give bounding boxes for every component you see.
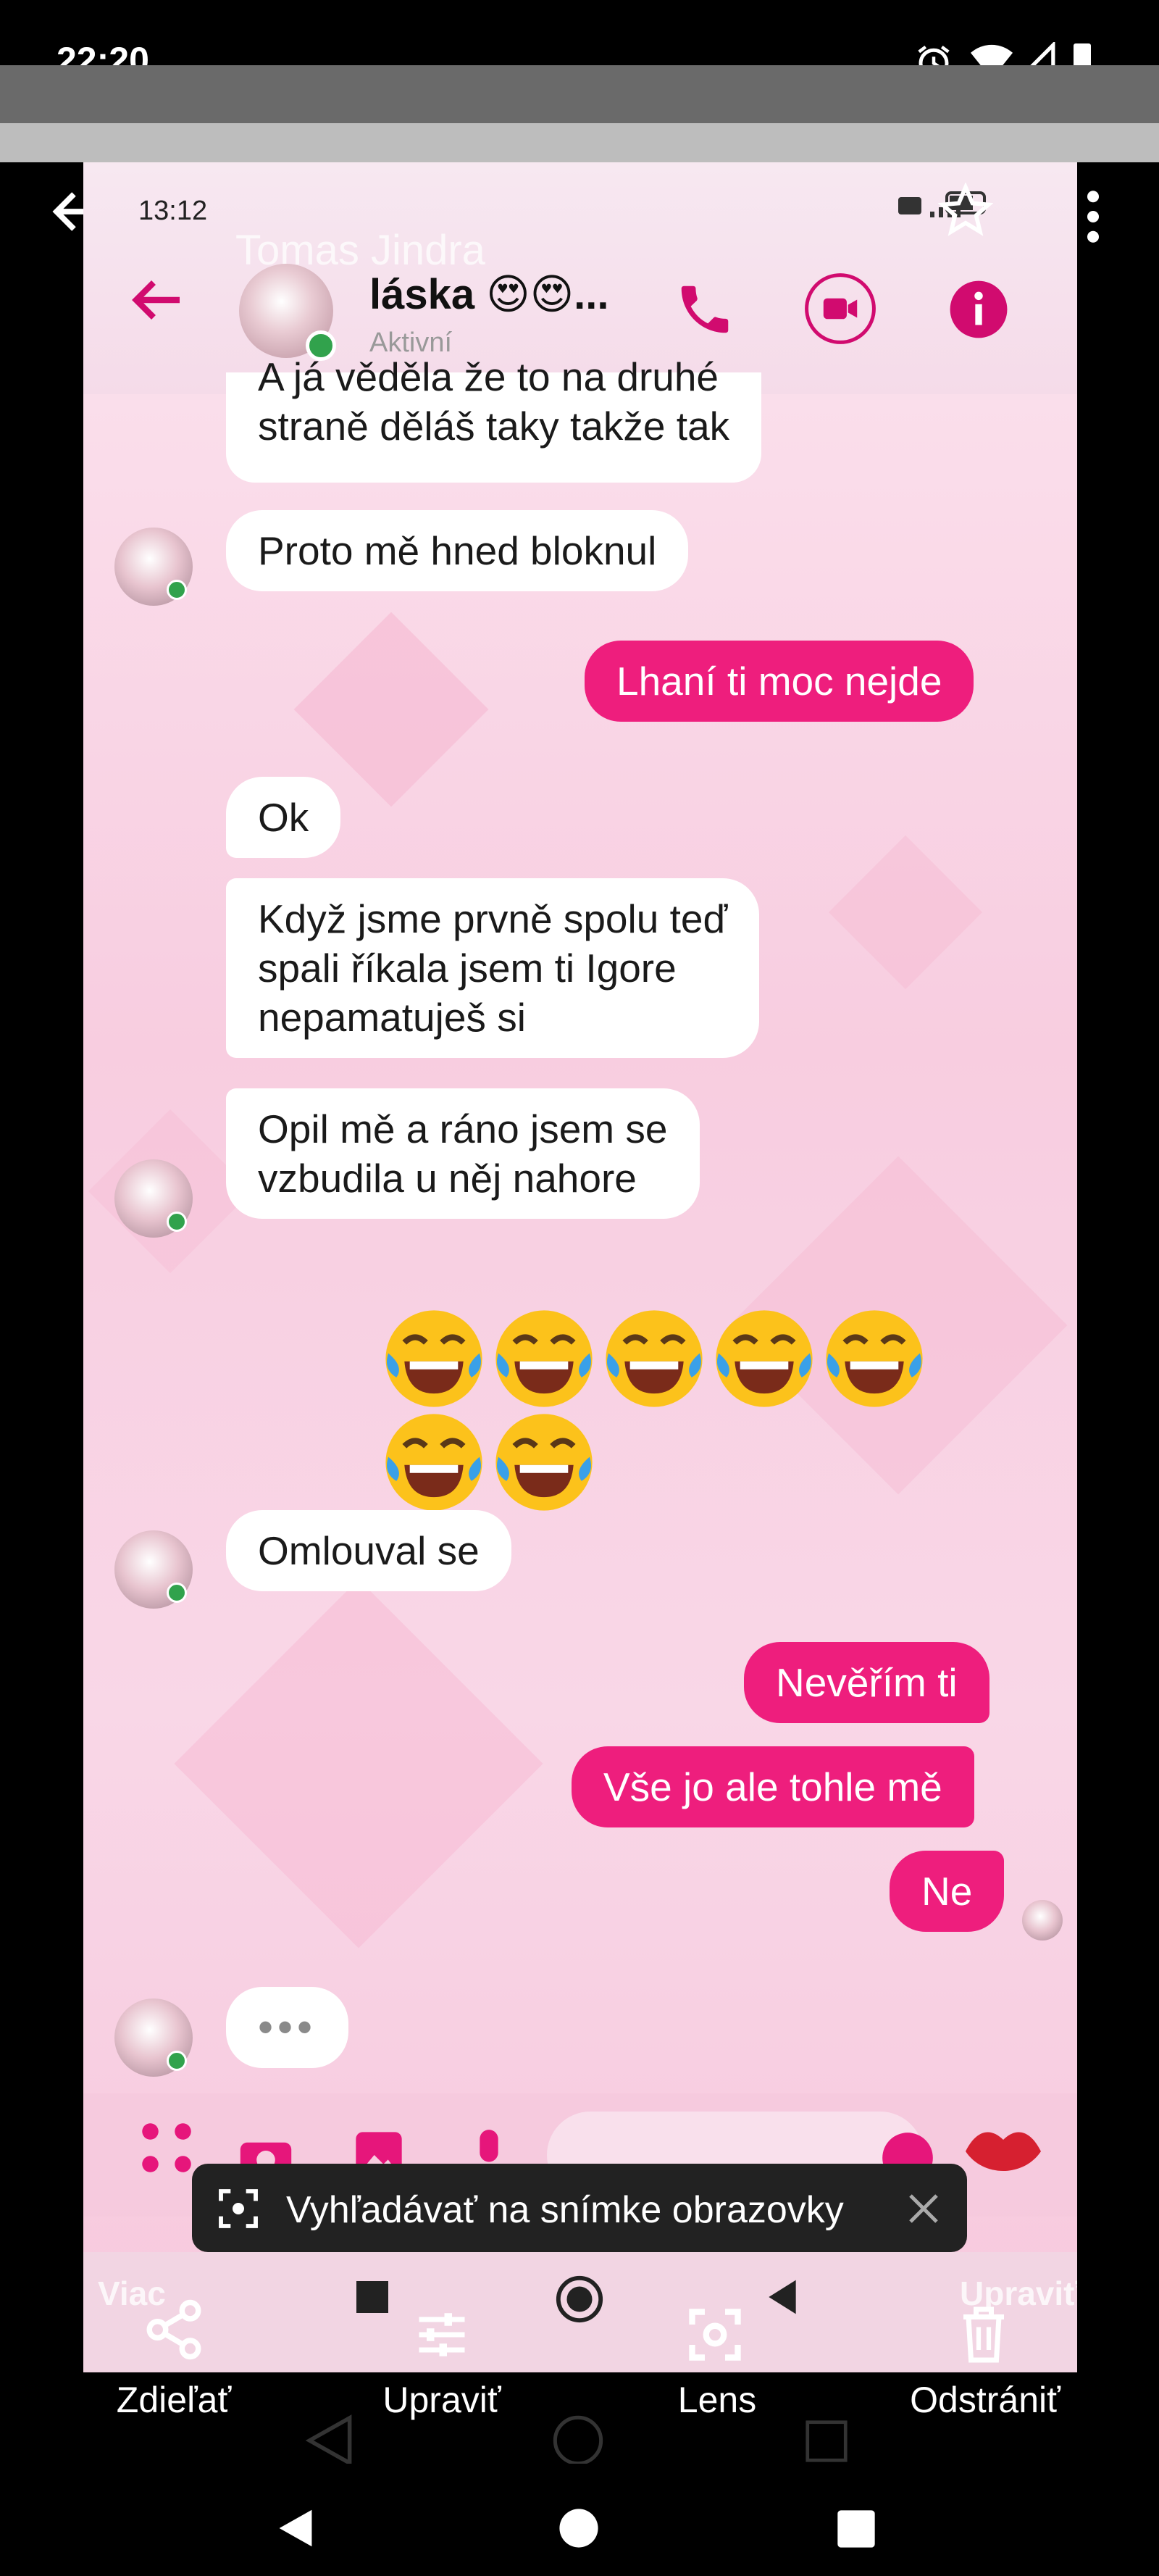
lens-button[interactable]: Lens	[637, 2379, 797, 2421]
message-bubble-incoming[interactable]: A já věděla že to na druhé straně děláš …	[226, 354, 762, 483]
screenshot-search-toast[interactable]: Vyhľadávať na snímke obrazovky	[192, 2164, 967, 2252]
laughing-emoji-icon	[826, 1310, 923, 1407]
stop-icon	[356, 2281, 388, 2313]
message-bubble-incoming[interactable]: Omlouval se	[226, 1510, 511, 1591]
message-text: Vše jo ale tohle mě	[603, 1764, 942, 1809]
nav-recents-icon[interactable]	[836, 2509, 876, 2549]
adjust-icon[interactable]	[411, 2304, 472, 2365]
message-text: Omlouval se	[258, 1528, 480, 1573]
message-text: Ok	[258, 795, 309, 840]
message-bubble-outgoing[interactable]: Vše jo ale tohle mě	[572, 1746, 974, 1827]
message-text: straně děláš taky takže tak	[258, 404, 730, 449]
share-icon[interactable]	[141, 2297, 206, 2362]
message-bubble-incoming[interactable]: Proto mě hned bloknul	[226, 510, 689, 591]
inner-bottom-toolbar: Viac Upraviť	[83, 2252, 1077, 2372]
message-bubble-outgoing[interactable]: Ne	[890, 1851, 1005, 1932]
message-text: Proto mě hned bloknul	[258, 528, 657, 573]
seen-avatar	[1022, 1900, 1063, 1941]
apps-grid-icon[interactable]	[134, 2115, 199, 2180]
chat-back-icon[interactable]	[131, 278, 185, 322]
navigation-bar	[0, 2464, 1159, 2576]
message-bubble-incoming[interactable]: Když jsme prvně spolu teď spali říkala j…	[226, 878, 760, 1058]
typing-indicator: •••	[226, 1987, 349, 2068]
laughing-emoji-icon	[385, 1414, 482, 1511]
nav-back-icon[interactable]	[275, 2506, 316, 2551]
message-bubble-incoming[interactable]: Ok	[226, 777, 341, 858]
ghost-home-icon	[553, 2415, 603, 2466]
star-icon[interactable]	[938, 183, 993, 238]
record-icon	[556, 2275, 603, 2323]
message-text: Opil mě a ráno jsem se	[258, 1106, 668, 1151]
laughing-emoji-icon	[495, 1414, 593, 1511]
inner-status-time: 13:12	[138, 196, 208, 226]
message-text: Lhaní ti moc nejde	[616, 659, 942, 704]
preview-band-light	[0, 123, 1159, 162]
message-text: Ne	[921, 1869, 973, 1914]
message-text: Když jsme prvně spolu teď	[258, 896, 728, 941]
contact-avatar[interactable]	[239, 264, 336, 361]
lens-icon[interactable]	[685, 2304, 745, 2365]
message-bubble-outgoing[interactable]: Nevěřím ti	[744, 1642, 989, 1723]
message-text: spali říkala jsem ti Igore	[258, 946, 677, 991]
message-bubble-outgoing[interactable]: Lhaní ti moc nejde	[585, 641, 974, 722]
nav-home-icon[interactable]	[558, 2507, 600, 2549]
toast-text: Vyhľadávať na snímke obrazovky	[286, 2189, 844, 2231]
delete-button[interactable]: Odstrániť	[884, 2379, 1087, 2421]
share-button[interactable]: Zdieľať	[94, 2379, 254, 2421]
preview-band	[0, 65, 1159, 123]
message-text: nepamatuješ si	[258, 995, 526, 1040]
laughing-emoji-icon	[716, 1310, 813, 1407]
phone-call-icon[interactable]	[674, 278, 736, 341]
sender-avatar[interactable]	[114, 1998, 193, 2077]
lens-scan-icon	[219, 2189, 258, 2228]
message-text: Nevěřím ti	[776, 1660, 958, 1705]
message-bubble-incoming[interactable]: Opil mě a ráno jsem se vzbudila u něj na…	[226, 1088, 700, 1219]
system-status-bar: 22:20	[0, 0, 1159, 80]
play-back-icon	[769, 2280, 796, 2314]
lips-reaction-icon[interactable]	[960, 2119, 1047, 2184]
laughing-emoji-icon	[495, 1310, 593, 1407]
message-text: A já věděla že to na druhé	[258, 354, 719, 399]
laughing-emoji-icon	[606, 1310, 703, 1407]
message-text: vzbudila u něj nahore	[258, 1156, 637, 1201]
ghost-back-icon	[305, 2414, 352, 2467]
edit-button[interactable]: Upraviť	[362, 2379, 522, 2421]
info-icon[interactable]	[947, 278, 1010, 341]
video-call-icon[interactable]	[804, 272, 876, 345]
more-options-icon[interactable]	[1082, 190, 1104, 243]
delete-icon[interactable]	[955, 2304, 1013, 2365]
laughing-emoji-icon	[385, 1310, 482, 1407]
ghost-recents-icon	[806, 2420, 848, 2462]
sender-avatar[interactable]	[114, 1159, 193, 1238]
close-icon[interactable]	[906, 2191, 941, 2226]
contact-name: láska 😍😍...	[369, 271, 609, 318]
screenshot-preview: 13:12 Tomas Jindra láska 😍😍... Aktivní A…	[83, 162, 1077, 2372]
sender-avatar[interactable]	[114, 1530, 193, 1609]
sender-avatar[interactable]	[114, 528, 193, 606]
